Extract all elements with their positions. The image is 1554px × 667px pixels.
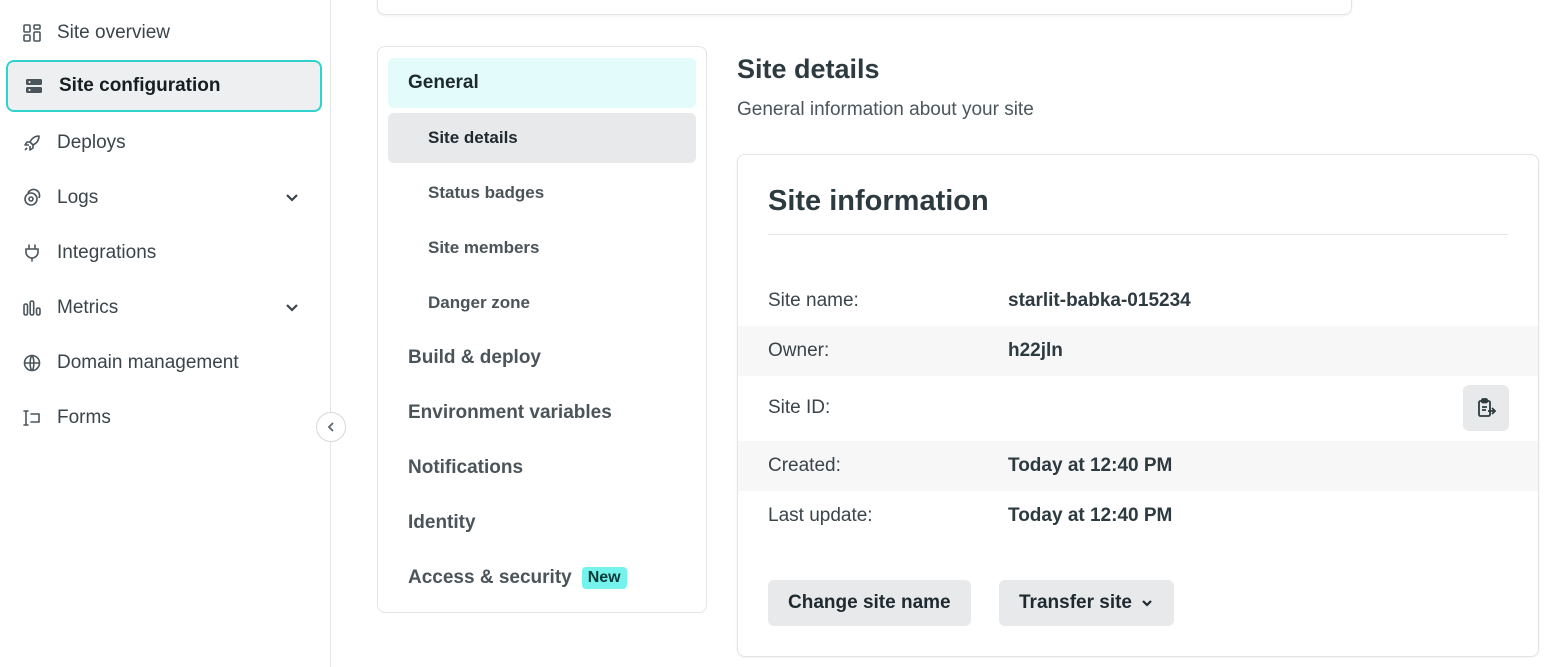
sidebar-item-metrics[interactable]: Metrics: [6, 282, 322, 334]
sidebar-item-domain-management[interactable]: Domain management: [6, 337, 322, 389]
site-name-value: starlit-babka-015234: [1008, 290, 1191, 311]
created-value: Today at 12:40 PM: [1008, 455, 1173, 476]
sidebar-item-label: Logs: [57, 187, 99, 208]
info-label: Last update:: [768, 505, 873, 526]
chevron-down-icon: [1142, 600, 1152, 607]
clipboard-copy-icon: [1478, 398, 1497, 417]
subnav-general[interactable]: General: [388, 58, 696, 108]
sidebar-item-deploys[interactable]: Deploys: [6, 117, 322, 169]
sidebar-item-label: Site configuration: [59, 75, 221, 96]
new-badge: New: [581, 567, 627, 589]
chevron-down-icon[interactable]: [284, 299, 300, 315]
plug-icon: [22, 243, 42, 263]
sidebar-item-label: Metrics: [57, 297, 119, 318]
chevron-down-icon[interactable]: [284, 189, 300, 205]
bar-chart-icon: [22, 298, 42, 318]
form-icon: [22, 408, 42, 428]
subnav-danger-zone[interactable]: Danger zone: [388, 278, 696, 328]
info-row-site-id: Site ID:: [738, 376, 1538, 440]
subnav-identity[interactable]: Identity: [388, 498, 696, 548]
info-row-last-update: Last update: Today at 12:40 PM: [738, 491, 1538, 541]
sidebar-item-label: Forms: [57, 407, 111, 428]
copy-site-id-button[interactable]: [1463, 385, 1509, 431]
info-row-site-name: Site name: starlit-babka-015234: [738, 276, 1538, 326]
server-icon: [24, 76, 44, 96]
change-site-name-button[interactable]: Change site name: [768, 580, 971, 626]
divider: [768, 234, 1508, 235]
info-label: Site name:: [768, 290, 859, 311]
sidebar-item-logs[interactable]: Logs: [6, 172, 322, 224]
sidebar: Site overview Site configuration Deploys…: [0, 0, 331, 667]
page-title: Site details: [737, 54, 880, 84]
globe-icon: [22, 353, 42, 373]
chevron-left-icon: [327, 422, 334, 432]
subnav-build-deploy[interactable]: Build & deploy: [388, 333, 696, 383]
subnav-access-security-label: Access & security: [408, 567, 572, 588]
card-title: Site information: [768, 185, 989, 217]
sidebar-item-label: Integrations: [57, 242, 157, 263]
settings-subnav: General Site details Status badges Site …: [377, 46, 707, 613]
info-label: Owner:: [768, 340, 830, 361]
info-label: Created:: [768, 455, 841, 476]
subnav-notifications[interactable]: Notifications: [388, 443, 696, 493]
logs-icon: [22, 188, 42, 208]
sidebar-item-integrations[interactable]: Integrations: [6, 227, 322, 279]
change-site-name-label: Change site name: [788, 592, 951, 613]
transfer-site-button[interactable]: Transfer site: [999, 580, 1174, 626]
grid-icon: [22, 23, 42, 43]
subnav-environment-variables[interactable]: Environment variables: [388, 388, 696, 438]
sidebar-item-forms[interactable]: Forms: [6, 392, 322, 444]
info-row-created: Created: Today at 12:40 PM: [738, 441, 1538, 491]
collapse-sidebar-button[interactable]: [316, 412, 346, 442]
subnav-site-details[interactable]: Site details: [388, 113, 696, 163]
last-update-value: Today at 12:40 PM: [1008, 505, 1173, 526]
sidebar-item-label: Site overview: [57, 22, 170, 43]
rocket-icon: [22, 133, 42, 153]
info-row-owner: Owner: h22jln: [738, 326, 1538, 376]
sidebar-item-site-overview[interactable]: Site overview: [6, 7, 322, 59]
page-subtitle: General information about your site: [737, 99, 1034, 120]
subnav-site-members[interactable]: Site members: [388, 223, 696, 273]
app-root: Site overview Site configuration Deploys…: [0, 0, 1554, 667]
sidebar-item-site-configuration[interactable]: Site configuration: [6, 60, 322, 112]
subnav-access-security[interactable]: Access & security New: [388, 553, 696, 603]
info-label: Site ID:: [768, 397, 831, 418]
owner-value: h22jln: [1008, 340, 1063, 361]
transfer-site-label: Transfer site: [1019, 592, 1132, 613]
sidebar-item-label: Domain management: [57, 352, 239, 373]
subnav-status-badges[interactable]: Status badges: [388, 168, 696, 218]
sidebar-item-label: Deploys: [57, 132, 126, 153]
site-information-card: Site information Site name: starlit-babk…: [737, 154, 1539, 657]
top-card: [377, 0, 1352, 15]
